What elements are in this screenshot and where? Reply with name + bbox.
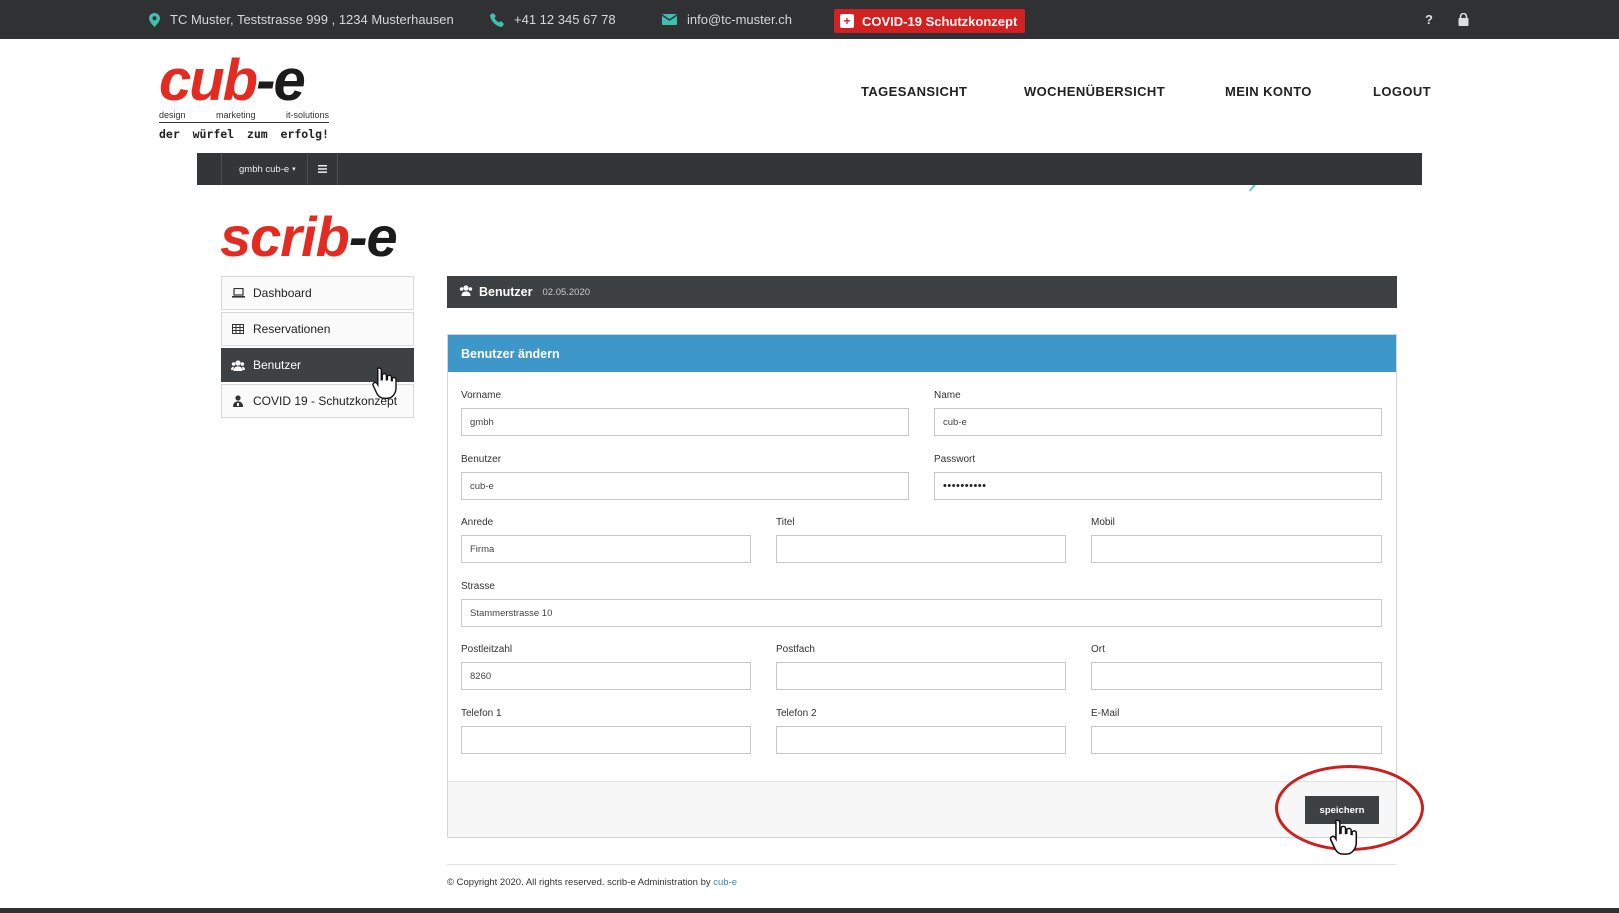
- mobil-label: Mobil: [1091, 517, 1115, 528]
- anrede-field[interactable]: [461, 535, 751, 563]
- scribe-app-logo: scrib-e: [220, 205, 398, 268]
- vorname-label: Vorname: [461, 390, 502, 401]
- covid-button-label: COVID-19 Schutzkonzept: [862, 13, 1018, 29]
- email-text: info@tc-muster.ch: [687, 12, 792, 27]
- mail-icon: [662, 14, 677, 25]
- anrede-group: Anrede: [461, 517, 751, 563]
- menu-icon[interactable]: [311, 153, 333, 185]
- footer: © Copyright 2020. All rights reserved. s…: [447, 877, 737, 888]
- nav-mein-konto[interactable]: MEIN KONTO: [1225, 84, 1312, 99]
- admin-bar-divider: [307, 153, 308, 185]
- telefon1-group: Telefon 1: [461, 708, 751, 754]
- email-item[interactable]: info@tc-muster.ch: [662, 0, 792, 39]
- email-group: E-Mail: [1091, 708, 1382, 754]
- titel-group: Titel: [776, 517, 1066, 563]
- vorname-field[interactable]: [461, 408, 909, 436]
- logo-tagline: design marketing it-solutions: [159, 110, 329, 123]
- medical-cross-icon: +: [840, 14, 854, 28]
- mobil-field[interactable]: [1091, 535, 1382, 563]
- telefon1-label: Telefon 1: [461, 708, 502, 719]
- ort-group: Ort: [1091, 644, 1382, 690]
- mobil-group: Mobil: [1091, 517, 1382, 563]
- laptop-icon: [231, 288, 245, 298]
- telefon2-label: Telefon 2: [776, 708, 817, 719]
- footer-link-cub-e[interactable]: cub-e: [713, 877, 737, 888]
- chevron-down-icon: ▾: [292, 166, 296, 173]
- email-field[interactable]: [1091, 726, 1382, 754]
- benutzer-field[interactable]: [461, 472, 909, 500]
- hand-cursor-icon: [1329, 818, 1359, 861]
- nav-wochenuebersicht[interactable]: WOCHENÜBERSICHT: [1024, 84, 1165, 99]
- footer-divider: [447, 864, 1397, 865]
- panel-title: Benutzer ändern: [448, 335, 1396, 372]
- postfach-field[interactable]: [776, 662, 1066, 690]
- company-logo[interactable]: cub-e design marketing it-solutions der …: [159, 52, 329, 141]
- sidebar-item-reservationen[interactable]: Reservationen: [221, 312, 414, 346]
- strasse-field[interactable]: [461, 599, 1382, 627]
- anrede-label: Anrede: [461, 517, 494, 528]
- copyright-text: © Copyright 2020. All rights reserved. s…: [447, 877, 711, 888]
- nav-tagesansicht[interactable]: TAGESANSICHT: [861, 84, 967, 99]
- postleitzahl-label: Postleitzahl: [461, 644, 513, 655]
- covid-schutzkonzept-button[interactable]: + COVID-19 Schutzkonzept: [834, 9, 1026, 33]
- help-icon[interactable]: ?: [1425, 0, 1433, 39]
- phone-icon: [490, 12, 504, 27]
- phone-text: +41 12 345 67 78: [514, 12, 616, 27]
- ort-field[interactable]: [1091, 662, 1382, 690]
- email-label: E-Mail: [1091, 708, 1120, 719]
- postfach-label: Postfach: [776, 644, 815, 655]
- titel-field[interactable]: [776, 535, 1066, 563]
- telefon2-field[interactable]: [776, 726, 1066, 754]
- person-badge-icon: [231, 395, 245, 407]
- strasse-label: Strasse: [461, 581, 495, 592]
- strasse-group: Strasse: [461, 581, 1382, 627]
- logo-wordmark: cub-e: [159, 48, 306, 113]
- benutzer-group: Benutzer: [461, 454, 909, 500]
- sidebar-item-dashboard[interactable]: Dashboard: [221, 276, 414, 310]
- user-dropdown[interactable]: gmbh cub-e ▾: [239, 153, 296, 185]
- name-group: Name: [934, 390, 1382, 436]
- ort-label: Ort: [1091, 644, 1105, 655]
- address-item: TC Muster, Teststrasse 999 , 1234 Muster…: [149, 0, 454, 39]
- address-text: TC Muster, Teststrasse 999 , 1234 Muster…: [170, 12, 454, 27]
- postleitzahl-field[interactable]: [461, 662, 751, 690]
- telefon2-group: Telefon 2: [776, 708, 1066, 754]
- postfach-group: Postfach: [776, 644, 1066, 690]
- top-info-bar: TC Muster, Teststrasse 999 , 1234 Muster…: [0, 0, 1619, 39]
- phone-item[interactable]: +41 12 345 67 78: [490, 0, 616, 39]
- bottom-strip: [0, 908, 1619, 913]
- hand-cursor-icon: [372, 366, 398, 405]
- location-icon: [149, 12, 160, 27]
- titel-label: Titel: [776, 517, 795, 528]
- admin-bar-divider: [221, 153, 222, 185]
- postleitzahl-group: Postleitzahl: [461, 644, 751, 690]
- page-title: Benutzer: [479, 285, 533, 299]
- table-icon: [231, 324, 245, 334]
- name-field[interactable]: [934, 408, 1382, 436]
- page-header: Benutzer 02.05.2020: [447, 276, 1397, 308]
- password-field[interactable]: [934, 472, 1382, 500]
- logo-slogan: der würfel zum erfolg!: [159, 127, 329, 141]
- telefon1-field[interactable]: [461, 726, 751, 754]
- benutzer-label: Benutzer: [461, 454, 502, 465]
- page-date: 02.05.2020: [542, 286, 591, 298]
- users-icon: [459, 283, 473, 301]
- admin-bar: gmbh cub-e ▾: [197, 153, 1422, 185]
- passwort-label: Passwort: [934, 454, 976, 465]
- users-icon: [231, 359, 245, 371]
- admin-bar-divider: [337, 153, 338, 185]
- panel-footer: [448, 781, 1396, 837]
- passwort-group: Passwort: [934, 454, 1382, 500]
- edit-user-panel: Benutzer ändern Vorname Name Benutzer Pa…: [447, 334, 1397, 838]
- name-label: Name: [934, 390, 961, 401]
- lock-icon[interactable]: [1458, 0, 1469, 39]
- vorname-group: Vorname: [461, 390, 909, 436]
- nav-logout[interactable]: LOGOUT: [1373, 84, 1431, 99]
